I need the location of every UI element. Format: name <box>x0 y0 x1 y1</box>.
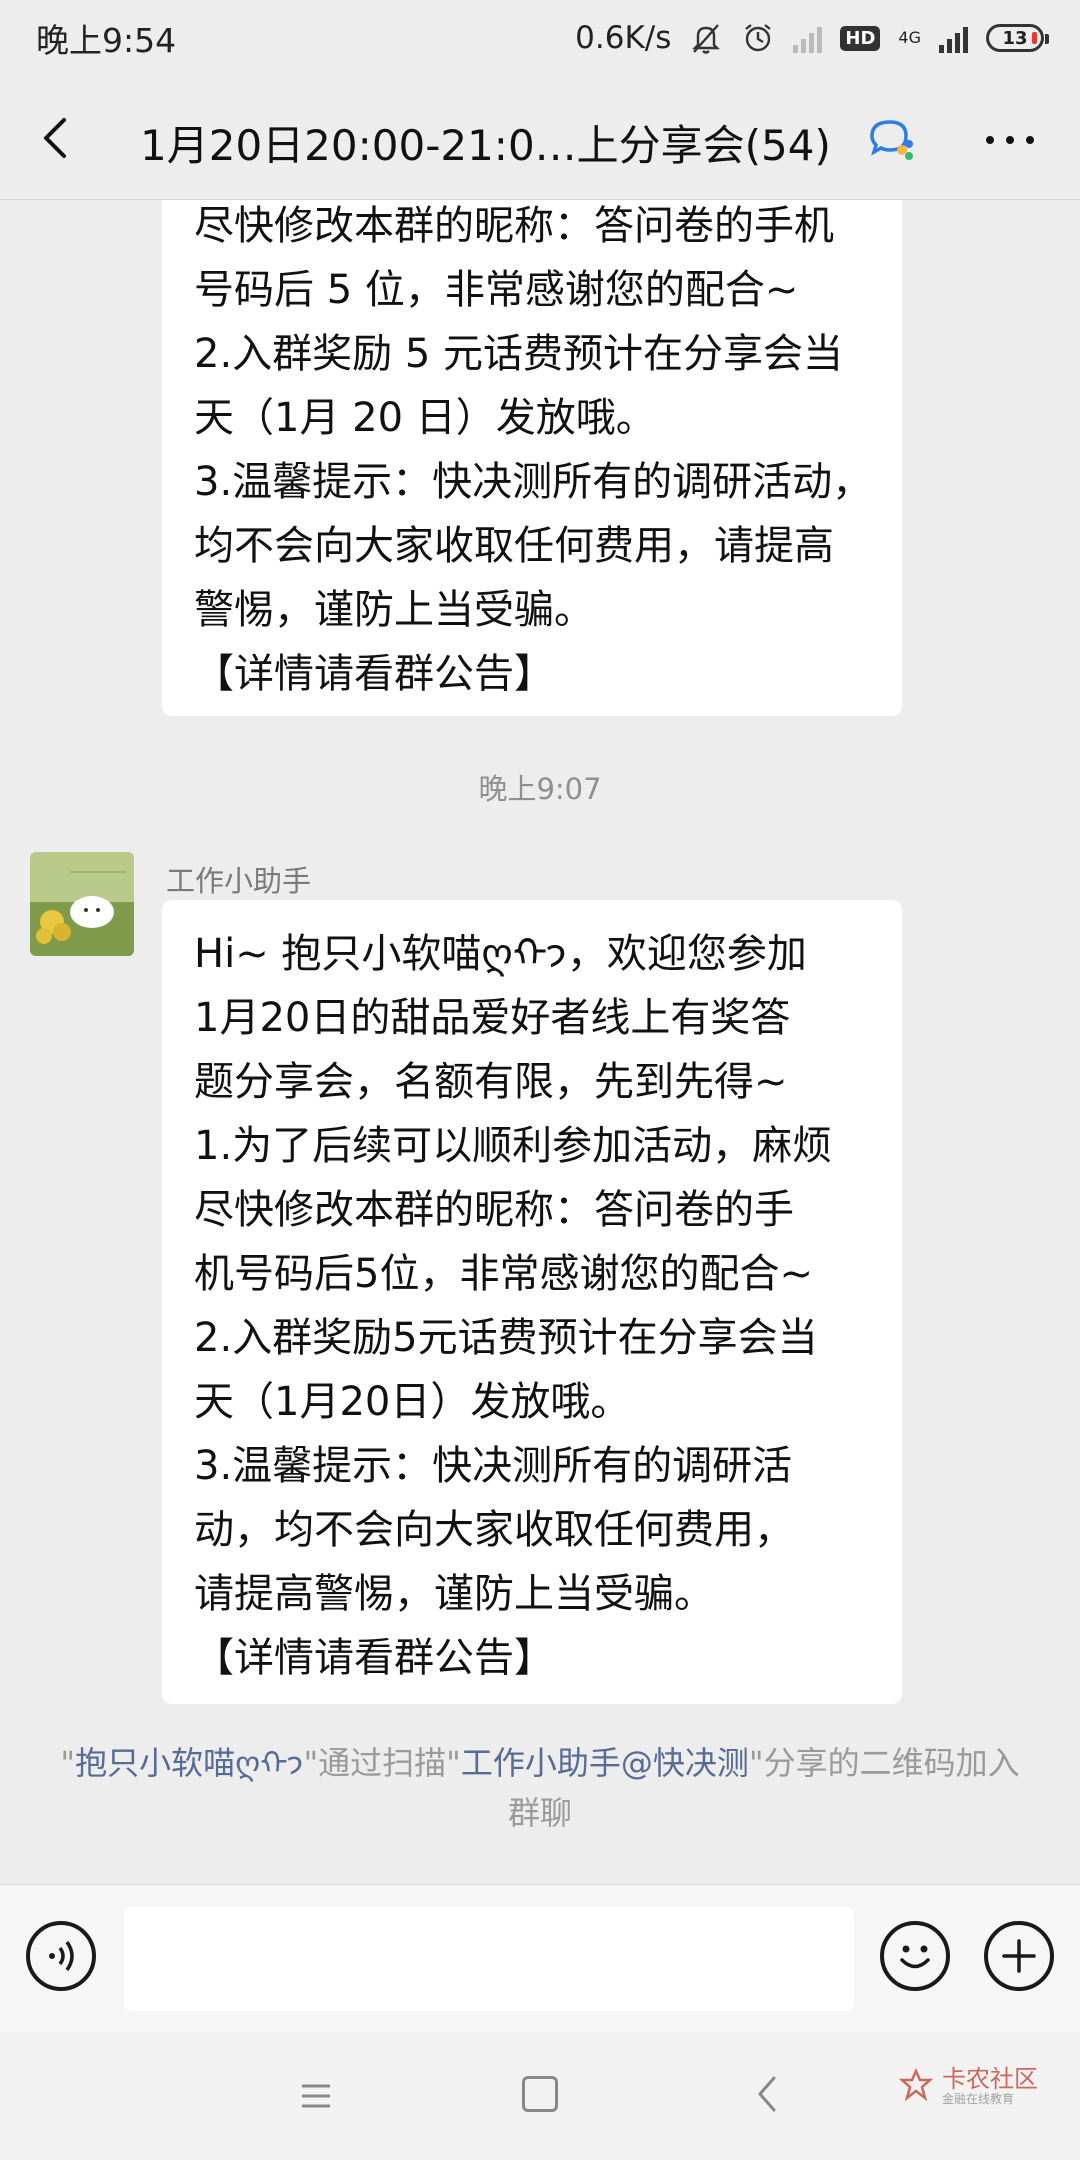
system-user-link[interactable]: 抱只小软喵ღ⁠ᡣ𐭩 <box>75 1744 303 1782</box>
home-icon[interactable] <box>522 2076 558 2112</box>
chat-header: 1月20日20:00-21:0…上分享会(54) <box>0 76 1080 200</box>
message-line: 2.入群奖励 5 元话费预计在分享会当 <box>194 331 844 377</box>
input-bar <box>0 1884 1080 2032</box>
watermark-title: 卡农社区 <box>942 2065 1038 2093</box>
emoji-button[interactable] <box>880 1921 950 1991</box>
message-line: 天（1月20日）发放哦。 <box>194 1379 631 1425</box>
status-icons: 0.6K/s HD 4G 13 <box>575 20 1049 56</box>
alarm-icon <box>745 24 772 52</box>
message-line: 1月20日的甜品爱好者线上有奖答 <box>194 995 791 1041</box>
back-arrow-icon[interactable] <box>30 110 86 166</box>
watermark-text-block: 卡农社区 金融在线教育 <box>942 2066 1038 2106</box>
message-line: 机号码后5位，非常感谢您的配合~ <box>194 1251 813 1297</box>
message-line: 1.为了后续可以顺利参加活动，麻烦 <box>194 1123 833 1169</box>
hd-icon: HD <box>840 25 881 51</box>
message-line: 警惕，谨防上当受骗。 <box>194 587 594 633</box>
system-text: "通过扫描" <box>303 1744 461 1782</box>
system-qr-owner-link[interactable]: 工作小助手@快决测 <box>461 1744 749 1782</box>
message-line: 【详情请看群公告】 <box>194 651 554 697</box>
battery-level: 13 <box>1002 27 1028 49</box>
cell-signal-icon <box>939 23 968 53</box>
message-line: Hi~ 抱只小软喵ღ⁠ᡣ𐭩，欢迎您参加 <box>194 931 807 977</box>
message-line: 尽快修改本群的昵称：答问卷的手机 <box>194 203 834 249</box>
plus-icon <box>1002 1939 1036 1973</box>
wifi-signal-icon <box>793 23 823 53</box>
watermark-logo-icon <box>898 2068 934 2102</box>
mute-icon <box>692 24 721 54</box>
status-time: 晚上9:54 <box>36 21 177 60</box>
message-line: 【详情请看群公告】 <box>194 1635 554 1681</box>
message-input[interactable] <box>124 1907 854 2011</box>
message-line: 号码后 5 位，非常感谢您的配合~ <box>194 267 799 313</box>
message-line: 请提高警惕，谨防上当受骗。 <box>194 1571 714 1617</box>
menu-icon[interactable] <box>298 2080 334 2112</box>
system-nav-bar: 卡农社区 金融在线教育 <box>0 2032 1080 2160</box>
time-divider: 晚上9:07 <box>478 772 602 806</box>
message-bubble[interactable]: Hi~ 抱只小软喵ღ⁠ᡣ𐭩，欢迎您参加 1月20日的甜品爱好者线上有奖答 题分享… <box>162 900 902 1704</box>
message-line: 尽快修改本群的昵称：答问卷的手 <box>194 1187 794 1233</box>
more-functions-button[interactable] <box>984 1921 1054 1991</box>
message-line: 均不会向大家收取任何费用，请提高 <box>194 523 834 569</box>
voice-icon <box>49 1940 74 1972</box>
battery-icon: 13 <box>986 24 1049 52</box>
network-type: 4G <box>898 28 921 47</box>
sender-name: 工作小助手 <box>166 864 312 898</box>
message-bubble[interactable]: 尽快修改本群的昵称：答问卷的手机 号码后 5 位，非常感谢您的配合~ 2.入群奖… <box>162 200 902 716</box>
message-line: 题分享会，名额有限，先到先得~ <box>194 1059 788 1105</box>
avatar-image <box>30 852 134 956</box>
chat-title: 1月20日20:00-21:0…上分享会(54) <box>140 121 831 170</box>
group-chat-icon[interactable] <box>866 114 918 166</box>
message-line: 天（1月 20 日）发放哦。 <box>194 395 656 441</box>
nav-back-icon[interactable] <box>752 2072 782 2116</box>
chat-area[interactable]: 尽快修改本群的昵称：答问卷的手机 号码后 5 位，非常感谢您的配合~ 2.入群奖… <box>0 200 1080 1880</box>
message-line: 3.温馨提示：快决测所有的调研活 <box>194 1443 793 1489</box>
system-text: " <box>60 1744 76 1782</box>
avatar[interactable] <box>30 852 134 956</box>
message-line: 动，均不会向大家收取任何费用， <box>194 1507 794 1553</box>
message-line: 2.入群奖励5元话费预计在分享会当 <box>194 1315 818 1361</box>
watermark-subtitle: 金融在线教育 <box>942 2092 1015 2106</box>
message-line: 3.温馨提示：快决测所有的调研活动， <box>194 459 873 505</box>
status-bar: 晚上9:54 0.6K/s HD 4G 13 <box>0 0 1080 76</box>
system-join-message: "抱只小软喵ღ⁠ᡣ𐭩"通过扫描"工作小助手@快决测"分享的二维码加入群聊 <box>60 1738 1020 1838</box>
watermark: 卡农社区 金融在线教育 <box>898 2066 1038 2106</box>
emoji-icon <box>900 1945 930 1969</box>
network-speed: 0.6K/s <box>575 20 672 56</box>
voice-button[interactable] <box>26 1921 96 1991</box>
more-icon[interactable] <box>980 126 1040 154</box>
